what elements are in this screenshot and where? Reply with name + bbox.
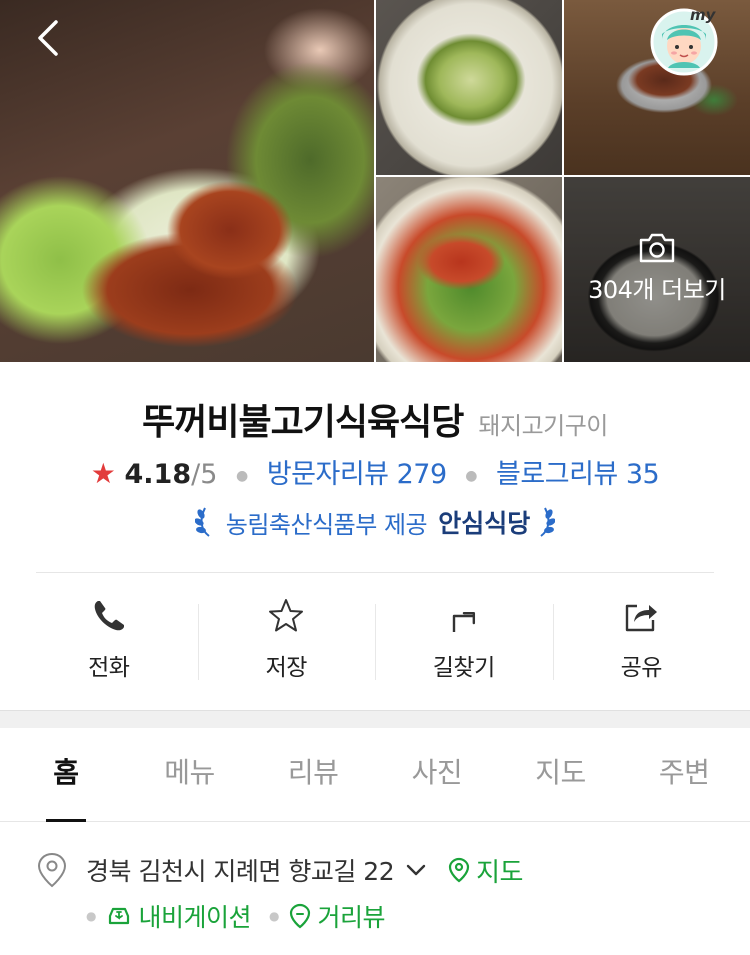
action-label: 저장 bbox=[265, 655, 308, 681]
phone-icon bbox=[94, 601, 124, 631]
tab-home[interactable]: 홈 bbox=[4, 728, 128, 821]
certification-name: 안심식당 bbox=[438, 509, 531, 538]
rating-row: ★ 4.18/5 ● 방문자리뷰 279 ● 블로그리뷰 35 bbox=[0, 452, 750, 491]
certification-source: 농림축산식품부 제공 bbox=[225, 510, 428, 539]
divider bbox=[36, 572, 714, 573]
separator-dot: ● bbox=[465, 467, 478, 484]
action-label: 공유 bbox=[620, 655, 663, 681]
place-category: 돼지고기구이 bbox=[478, 412, 608, 440]
street-view-label: 거리뷰 bbox=[317, 903, 385, 932]
map-pin-icon bbox=[449, 857, 470, 883]
photo-gallery: 304개 더보기 my bbox=[0, 0, 750, 362]
section-divider bbox=[0, 710, 750, 728]
blog-reviews-link[interactable]: 블로그리뷰 35 bbox=[496, 459, 660, 490]
address-row: 경북 김천시 지례면 향교길 22 지도 bbox=[36, 850, 736, 890]
star-icon bbox=[269, 599, 304, 632]
share-button[interactable]: 공유 bbox=[552, 592, 731, 692]
safe-restaurant-badge[interactable]: 농림축산식품부 제공 안심식당 bbox=[0, 504, 750, 540]
photo-count: 304개 더보기 bbox=[588, 276, 726, 304]
separator-dot: ● bbox=[236, 467, 249, 484]
street-view-link[interactable]: 거리뷰 bbox=[289, 898, 385, 934]
camera-icon bbox=[639, 233, 675, 263]
tab-reviews[interactable]: 리뷰 bbox=[251, 728, 375, 821]
tab-photos[interactable]: 사진 bbox=[375, 728, 499, 821]
street-view-pin-icon bbox=[290, 903, 311, 929]
directions-icon bbox=[452, 611, 475, 632]
location-pin-icon bbox=[37, 852, 67, 888]
place-name: 뚜꺼비불고기식육식당 bbox=[142, 402, 464, 443]
my-avatar-icon[interactable]: my bbox=[648, 4, 720, 76]
tab-map[interactable]: 지도 bbox=[499, 728, 623, 821]
place-header: 뚜꺼비불고기식육식당 돼지고기구이 bbox=[0, 393, 750, 445]
more-photos-button[interactable]: 304개 더보기 bbox=[564, 177, 750, 362]
car-icon bbox=[109, 907, 130, 925]
rating-max: /5 bbox=[191, 459, 218, 490]
save-button[interactable]: 저장 bbox=[197, 592, 376, 692]
chevron-left-icon[interactable] bbox=[30, 18, 70, 58]
directions-button[interactable]: 길찾기 bbox=[375, 592, 553, 692]
navigation-link[interactable]: 내비게이션 bbox=[106, 898, 251, 934]
action-bar: 전화 저장 길찾기 공유 bbox=[20, 592, 730, 692]
action-label: 전화 bbox=[88, 655, 130, 681]
photo-thumbnail[interactable] bbox=[376, 177, 562, 362]
address-text[interactable]: 경북 김천시 지례면 향교길 22 bbox=[86, 852, 395, 888]
avatar-badge: my bbox=[690, 6, 717, 24]
address-sub-links: ● 내비게이션 ● 거리뷰 bbox=[86, 896, 403, 936]
navigation-label: 내비게이션 bbox=[138, 903, 251, 932]
map-link[interactable]: 지도 bbox=[448, 852, 523, 889]
visitor-reviews-link[interactable]: 방문자리뷰 279 bbox=[267, 459, 447, 490]
more-photos-label: 304개 더보기 bbox=[564, 232, 750, 305]
tab-menu[interactable]: 메뉴 bbox=[128, 728, 252, 821]
rating-score: 4.18 bbox=[124, 459, 192, 490]
tab-nearby[interactable]: 주변 bbox=[622, 728, 746, 821]
separator-dot: ● bbox=[86, 909, 97, 923]
laurel-right-icon bbox=[540, 507, 556, 537]
rating-star-icon: ★ bbox=[90, 457, 116, 490]
map-link-label: 지도 bbox=[476, 857, 523, 888]
tab-bar: 홈 메뉴 리뷰 사진 지도 주변 bbox=[0, 728, 750, 822]
separator-dot: ● bbox=[269, 909, 280, 923]
share-icon bbox=[626, 604, 658, 632]
call-button[interactable]: 전화 bbox=[20, 592, 198, 692]
photo-thumbnail[interactable] bbox=[376, 0, 562, 175]
laurel-left-icon bbox=[194, 507, 210, 537]
action-label: 길찾기 bbox=[432, 655, 495, 681]
chevron-down-icon[interactable] bbox=[404, 858, 428, 882]
